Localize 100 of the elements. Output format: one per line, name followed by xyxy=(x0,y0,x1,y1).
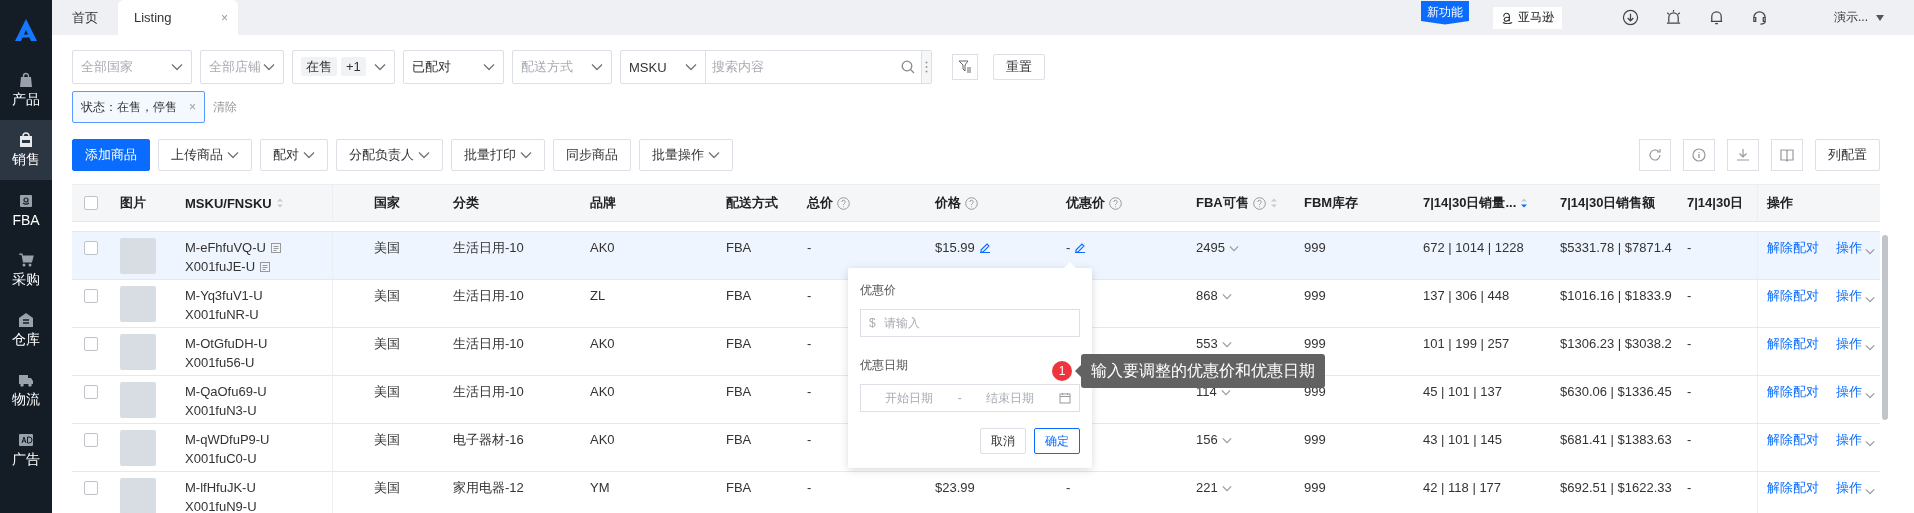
sort-icon[interactable] xyxy=(1269,197,1278,209)
bell-icon[interactable] xyxy=(1708,9,1725,26)
select-field[interactable]: 已配对 xyxy=(403,50,504,84)
column-header[interactable]: 配送方式 xyxy=(726,194,778,212)
sidebar-item[interactable]: 销售 xyxy=(0,120,52,180)
chevron-down-icon[interactable] xyxy=(1221,293,1232,300)
shop-bag-icon xyxy=(18,131,34,148)
chevron-down-icon xyxy=(708,151,720,159)
column-header[interactable]: 价格 xyxy=(935,194,961,212)
sidebar-item[interactable]: 采购 xyxy=(0,240,52,300)
table-row[interactable]: M-eFhfuVQ-U X001fuJE-U 美国 生活日用-10 AK0 FBA - $15.99 - 2495 999 672 | 1014 | 1228 $5331.78 | $7871.4 - 解除配对 操作 xyxy=(72,232,1880,280)
sku-text: X001fuNR-U xyxy=(185,306,259,324)
action-link[interactable]: 操作 xyxy=(1836,286,1875,305)
tooltip: 输入要调整的优惠价和优惠日期 xyxy=(1081,354,1325,388)
chevron-down-icon[interactable] xyxy=(1228,245,1239,252)
icon-button[interactable] xyxy=(1727,139,1759,171)
download-icon[interactable] xyxy=(1622,9,1639,26)
column-header[interactable]: 7|14|30日销售额 xyxy=(1560,194,1656,212)
headset-icon[interactable] xyxy=(1751,9,1768,26)
tab[interactable]: 首页 xyxy=(52,0,118,35)
action-link[interactable]: 操作 xyxy=(1836,382,1875,401)
filter-button[interactable] xyxy=(952,54,978,80)
chevron-down-icon[interactable] xyxy=(1220,389,1231,396)
sku-text: X001fuN3-U xyxy=(185,402,257,420)
copy-icon[interactable] xyxy=(259,260,272,273)
sort-icon[interactable] xyxy=(275,197,284,209)
new-feature-badge[interactable]: 新功能 xyxy=(1421,0,1469,25)
copy-icon[interactable] xyxy=(269,241,282,254)
action-link[interactable]: 解除配对 xyxy=(1767,382,1819,401)
filter-tag-label: 状态：在售，停售 xyxy=(81,98,177,116)
select-all-checkbox[interactable] xyxy=(84,196,98,210)
row-checkbox[interactable] xyxy=(84,433,98,447)
column-header[interactable]: 总价 xyxy=(807,194,833,212)
toolbar-button[interactable]: 添加商品 xyxy=(72,139,150,171)
action-link[interactable]: 解除配对 xyxy=(1767,238,1819,257)
reset-button[interactable]: 重置 xyxy=(993,54,1045,80)
toolbar-button[interactable]: 上传商品 xyxy=(158,139,252,171)
select-field[interactable]: 在售 +1 xyxy=(292,50,395,84)
action-link[interactable]: 解除配对 xyxy=(1767,286,1819,305)
marketplace-button[interactable]: 亚马逊 xyxy=(1493,6,1562,29)
toolbar-button[interactable]: 批量打印 xyxy=(451,139,545,171)
chevron-down-icon xyxy=(1865,391,1875,399)
alarm-light-icon[interactable] xyxy=(1665,9,1682,26)
column-header[interactable]: 分类 xyxy=(453,194,479,212)
action-link[interactable]: 解除配对 xyxy=(1767,334,1819,353)
chevron-down-icon[interactable] xyxy=(1221,437,1232,444)
action-link[interactable]: 解除配对 xyxy=(1767,478,1819,497)
column-settings-button[interactable]: 列配置 xyxy=(1815,139,1880,171)
column-header[interactable]: FBA可售 xyxy=(1196,194,1249,212)
column-header[interactable]: 国家 xyxy=(374,194,400,212)
row-checkbox[interactable] xyxy=(84,241,98,255)
toolbar-button[interactable]: 配对 xyxy=(260,139,328,171)
table-cell-text: 156 xyxy=(1196,431,1218,449)
column-header[interactable]: FBM库存 xyxy=(1304,194,1359,212)
toolbar-button[interactable]: 批量操作 xyxy=(639,139,733,171)
action-link[interactable]: 操作 xyxy=(1836,334,1875,353)
sidebar-item[interactable]: 广告 xyxy=(0,420,52,480)
toolbar-button[interactable]: 分配负责人 xyxy=(336,139,443,171)
icon-button[interactable] xyxy=(1639,139,1671,171)
table-cell-text: AK0 xyxy=(590,239,615,257)
start-date-placeholder: 开始日期 xyxy=(885,389,933,407)
table-cell-text: FBA xyxy=(726,239,752,257)
scrollbar[interactable] xyxy=(1882,235,1888,420)
column-header[interactable]: 7|14|30日销量... xyxy=(1423,194,1517,212)
confirm-button[interactable]: 确定 xyxy=(1034,428,1080,454)
pencil-icon[interactable] xyxy=(978,241,991,253)
action-link[interactable]: 操作 xyxy=(1836,430,1875,449)
icon-button[interactable] xyxy=(1683,139,1715,171)
column-header[interactable]: 优惠价 xyxy=(1066,194,1105,212)
sidebar-item[interactable]: 物流 xyxy=(0,360,52,420)
row-checkbox[interactable] xyxy=(84,481,98,495)
sidebar-item[interactable]: 仓库 xyxy=(0,300,52,360)
icon-button[interactable] xyxy=(1771,139,1803,171)
action-link[interactable]: 操作 xyxy=(1836,238,1875,257)
cancel-button[interactable]: 取消 xyxy=(980,428,1026,454)
column-header[interactable]: 品牌 xyxy=(590,194,616,212)
toolbar-button[interactable]: 同步商品 xyxy=(553,139,631,171)
user-menu[interactable]: 演示... xyxy=(1834,9,1884,26)
column-header[interactable]: 7|14|30日 xyxy=(1687,194,1744,212)
chevron-down-icon[interactable] xyxy=(1221,485,1232,492)
table-cell-text: 生活日用-10 xyxy=(453,383,524,401)
column-header[interactable]: 图片 xyxy=(120,194,146,212)
sort-descending-icon[interactable] xyxy=(1520,197,1529,209)
tab[interactable]: Listing × xyxy=(118,0,238,35)
table-cell-text: 999 xyxy=(1304,335,1326,353)
table-cell-text: $5331.78 | $7871.4 xyxy=(1560,239,1672,257)
sidebar-item[interactable]: FBA xyxy=(0,180,52,240)
chevron-down-icon[interactable] xyxy=(1221,341,1232,348)
table-cell-text: 43 | 101 | 145 xyxy=(1423,431,1503,449)
sidebar-item[interactable]: 产品 xyxy=(0,60,52,120)
table-cell-text: 999 xyxy=(1304,479,1326,497)
sku-text: X001fuJE-U xyxy=(185,258,256,276)
row-checkbox[interactable] xyxy=(84,385,98,399)
action-link[interactable]: 操作 xyxy=(1836,478,1875,497)
action-link[interactable]: 解除配对 xyxy=(1767,430,1819,449)
pencil-icon[interactable] xyxy=(1074,241,1087,253)
row-checkbox[interactable] xyxy=(84,337,98,351)
column-header[interactable]: MSKU/FNSKU xyxy=(185,195,272,211)
column-header[interactable]: 操作 xyxy=(1767,194,1793,212)
row-checkbox[interactable] xyxy=(84,289,98,303)
